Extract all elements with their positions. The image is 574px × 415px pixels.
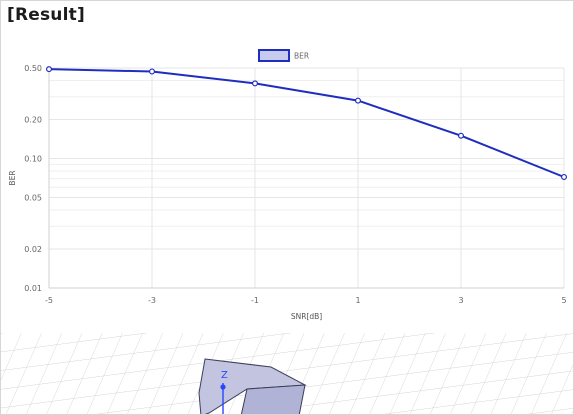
ber-data-point — [45, 66, 52, 73]
legend-label[interactable]: BER — [294, 52, 309, 61]
ber-data-point — [252, 80, 259, 87]
ber-chart: 0.50 0.20 0.10 0.05 0.02 0.01-5 -3 -1 1 3 5 BER SN… — [8, 49, 567, 321]
3d-scene[interactable]: Z — [1, 333, 574, 415]
legend-swatch[interactable] — [258, 49, 290, 62]
x-tick-label: -1 — [251, 296, 259, 305]
ber-data-point — [355, 97, 362, 104]
y-tick-label: 0.01 — [24, 284, 42, 293]
ber-data-point — [458, 132, 465, 139]
y-axis-title: BER — [8, 170, 17, 185]
chart-axes: 0.50 0.20 0.10 0.05 0.02 0.01-5 -3 -1 1 3 5 — [24, 64, 566, 305]
x-tick-label: 1 — [355, 296, 360, 305]
x-tick-label: -5 — [45, 296, 53, 305]
chart-legend[interactable]: BER — [258, 49, 309, 62]
3d-box-side — [240, 384, 306, 414]
3d-viewer[interactable]: Z — [1, 333, 574, 415]
result-panel: [Result] 0.50 0.20 0.10 0.05 0.02 0.01 -5 -3 -1 1… — [0, 0, 574, 415]
y-tick-label: 0.02 — [24, 245, 42, 254]
y-tick-label: 0.20 — [24, 116, 42, 125]
ber-data-point — [560, 173, 567, 180]
chart-series — [45, 66, 567, 180]
x-tick-label: 5 — [561, 296, 566, 305]
ber-series-line — [48, 68, 565, 178]
x-axis-title: SNR[dB] — [291, 312, 322, 321]
x-tick-label: 3 — [458, 296, 463, 305]
z-axis-marker — [220, 384, 226, 390]
x-tick-label: -3 — [148, 296, 156, 305]
y-tick-label: 0.05 — [24, 193, 42, 202]
chart-grid — [48, 67, 565, 289]
y-tick-label: 0.50 — [24, 64, 42, 73]
y-tick-label: 0.10 — [24, 155, 42, 164]
ber-data-point — [149, 68, 156, 75]
z-axis-label: Z — [221, 370, 228, 381]
